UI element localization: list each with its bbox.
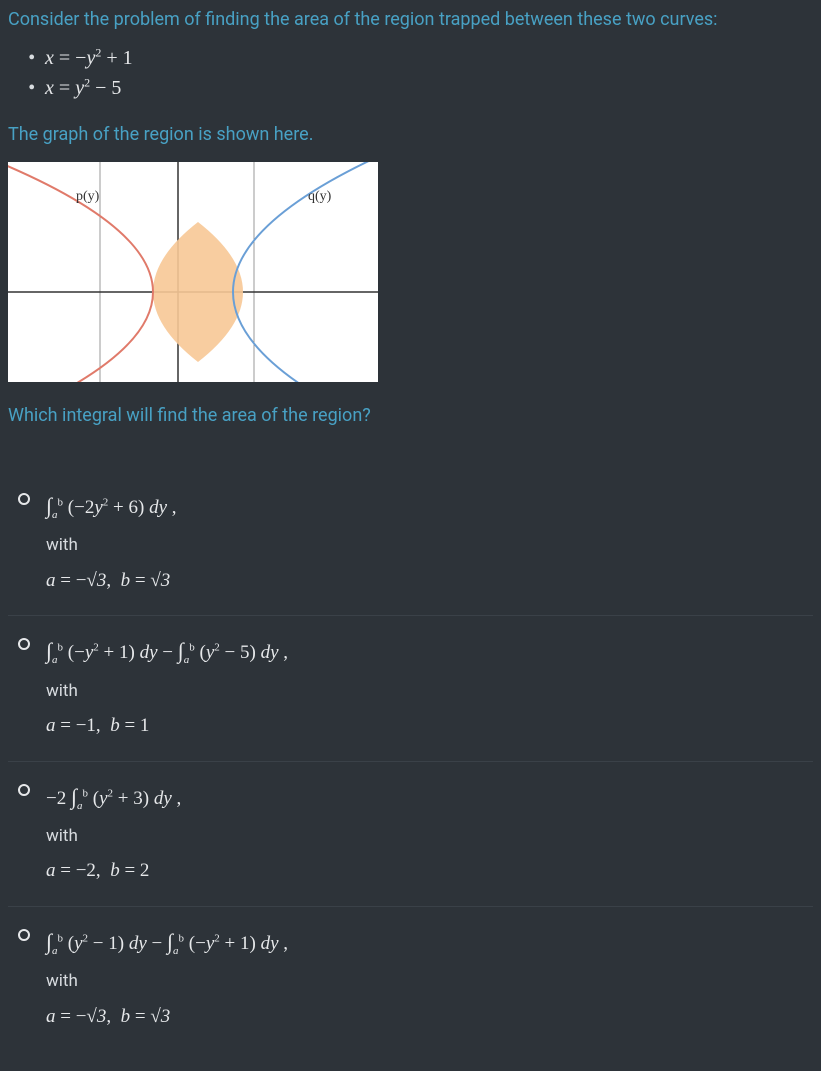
option-1-integral: ∫ab (−2y2 + 6) dy , (46, 489, 813, 523)
option-2[interactable]: ∫ab (−y2 + 1) dy − ∫ab (y2 − 5) dy , wit… (18, 634, 813, 740)
curve-1: x = −y2 + 1 (28, 43, 813, 73)
question-text: Which integral will find the area of the… (8, 402, 813, 429)
option-1-with: with (46, 533, 813, 559)
option-1-bounds: a = −√3, b = √3 (46, 567, 813, 596)
radio-icon (18, 493, 30, 505)
divider (8, 761, 813, 762)
intro-text: Consider the problem of finding the area… (8, 6, 813, 33)
option-3-with: with (46, 824, 813, 850)
divider (8, 906, 813, 907)
divider (8, 615, 813, 616)
radio-icon (18, 784, 30, 796)
graph-caption: The graph of the region is shown here. (8, 121, 813, 148)
option-3[interactable]: −2 ∫ab (y2 + 3) dy , with a = −2, b = 2 (18, 780, 813, 886)
curve-2: x = y2 − 5 (28, 73, 813, 103)
answer-options: ∫ab (−2y2 + 6) dy , with a = −√3, b = √3… (8, 489, 813, 1031)
option-3-bounds: a = −2, b = 2 (46, 857, 813, 886)
option-2-bounds: a = −1, b = 1 (46, 712, 813, 741)
option-2-integral: ∫ab (−y2 + 1) dy − ∫ab (y2 − 5) dy , (46, 634, 813, 668)
option-2-with: with (46, 679, 813, 705)
option-3-integral: −2 ∫ab (y2 + 3) dy , (46, 780, 813, 814)
option-4-with: with (46, 969, 813, 995)
curve-equations: x = −y2 + 1 x = y2 − 5 (8, 43, 813, 103)
option-4[interactable]: ∫ab (y2 − 1) dy − ∫ab (−y2 + 1) dy , wit… (18, 925, 813, 1031)
option-4-bounds: a = −√3, b = √3 (46, 1003, 813, 1032)
graph-label-p: p(y) (76, 189, 100, 204)
option-4-integral: ∫ab (y2 − 1) dy − ∫ab (−y2 + 1) dy , (46, 925, 813, 959)
graph-label-q: q(y) (308, 189, 332, 204)
graph: p(y) q(y) (8, 162, 378, 382)
radio-icon (18, 929, 30, 941)
radio-icon (18, 638, 30, 650)
option-1[interactable]: ∫ab (−2y2 + 6) dy , with a = −√3, b = √3 (18, 489, 813, 595)
